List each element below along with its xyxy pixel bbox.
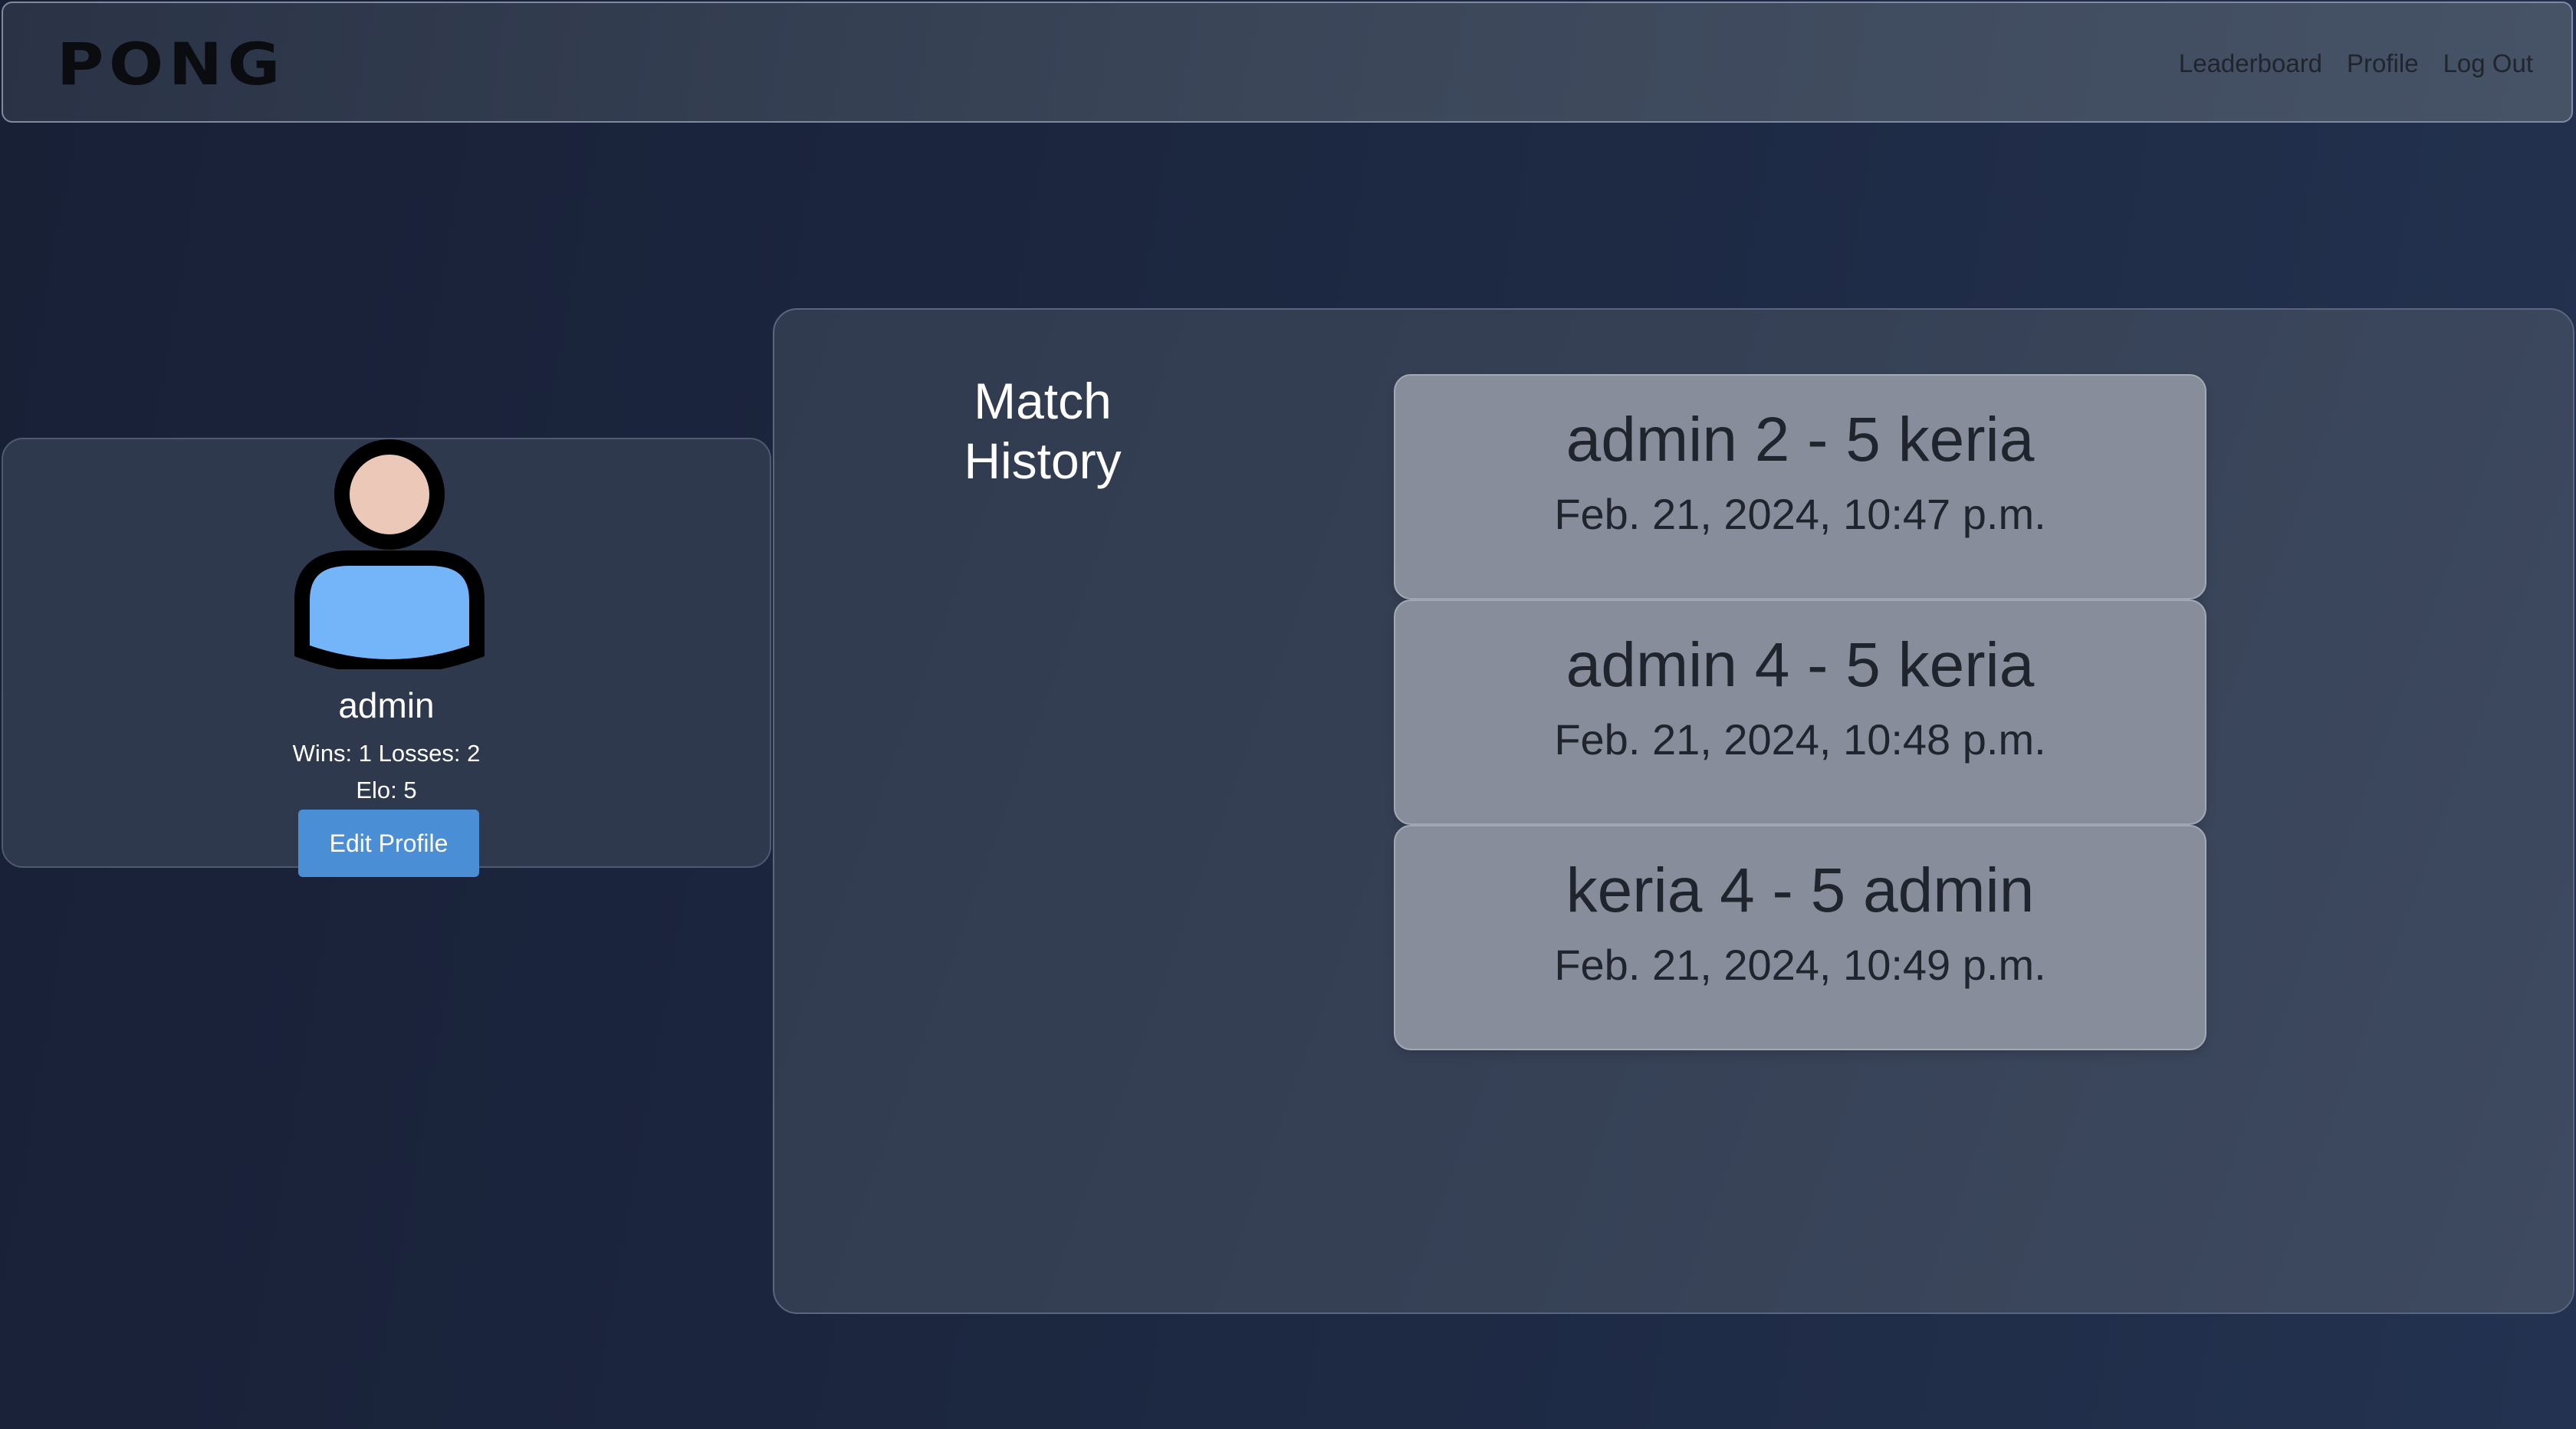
edit-profile-button[interactable]: Edit Profile [298,810,479,877]
match-list: admin 2 - 5 keria Feb. 21, 2024, 10:47 p… [1394,374,2206,1050]
match-score: keria 4 - 5 admin [1566,856,2035,925]
match-card: keria 4 - 5 admin Feb. 21, 2024, 10:49 p… [1394,825,2206,1050]
profile-username: admin [338,685,435,725]
match-score: admin 4 - 5 keria [1566,630,2035,700]
match-card: admin 4 - 5 keria Feb. 21, 2024, 10:48 p… [1394,600,2206,825]
profile-card: admin Wins: 1 Losses: 2 Elo: 5 Edit Prof… [2,438,771,877]
top-navbar: PONG Leaderboard Profile Log Out [2,2,2573,123]
title-line-1: Match [974,373,1112,429]
match-date: Feb. 21, 2024, 10:47 p.m. [1554,490,2046,538]
match-history-title: Match History [928,371,1158,491]
nav-links: Leaderboard Profile Log Out [2179,49,2533,78]
match-date: Feb. 21, 2024, 10:48 p.m. [1554,715,2046,764]
nav-link-logout[interactable]: Log Out [2443,49,2533,78]
match-history-panel: Match History admin 2 - 5 keria Feb. 21,… [773,308,2574,1314]
match-date: Feb. 21, 2024, 10:49 p.m. [1554,941,2046,989]
title-line-2: History [964,432,1122,489]
elo-stat: Elo: 5 [356,777,417,803]
user-avatar-icon [294,439,485,669]
match-score: admin 2 - 5 keria [1566,405,2035,475]
wins-losses-stat: Wins: 1 Losses: 2 [292,740,481,767]
logo-text: PONG [57,37,285,90]
match-card: admin 2 - 5 keria Feb. 21, 2024, 10:47 p… [1394,374,2206,600]
nav-link-leaderboard[interactable]: Leaderboard [2179,49,2322,78]
nav-link-profile[interactable]: Profile [2347,49,2419,78]
pong-logo[interactable]: PONG [57,37,287,90]
